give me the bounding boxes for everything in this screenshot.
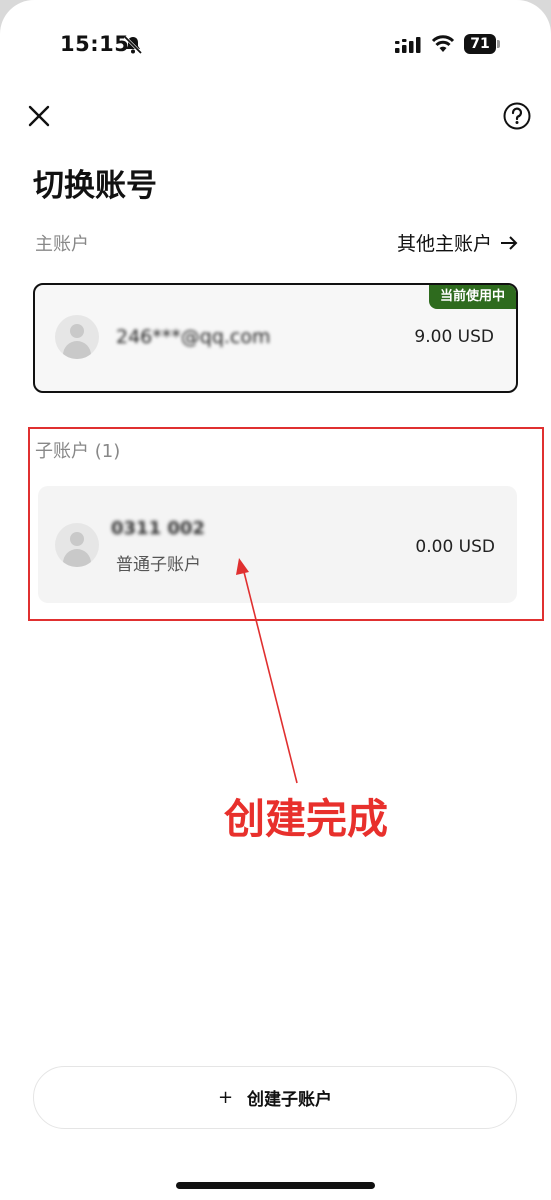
plus-icon: + — [217, 1087, 234, 1108]
home-indicator — [176, 1182, 375, 1189]
annotation-arrow — [236, 558, 298, 784]
switch-account-screen: 15:15 71 切换账号 主账户 其他主账户 当前使用中 246***@qq.… — [0, 0, 551, 1200]
create-sub-account-button[interactable]: + 创建子账户 — [33, 1066, 517, 1129]
create-sub-account-label: 创建子账户 — [247, 1090, 333, 1110]
annotation-text: 创建完成 — [224, 795, 388, 843]
